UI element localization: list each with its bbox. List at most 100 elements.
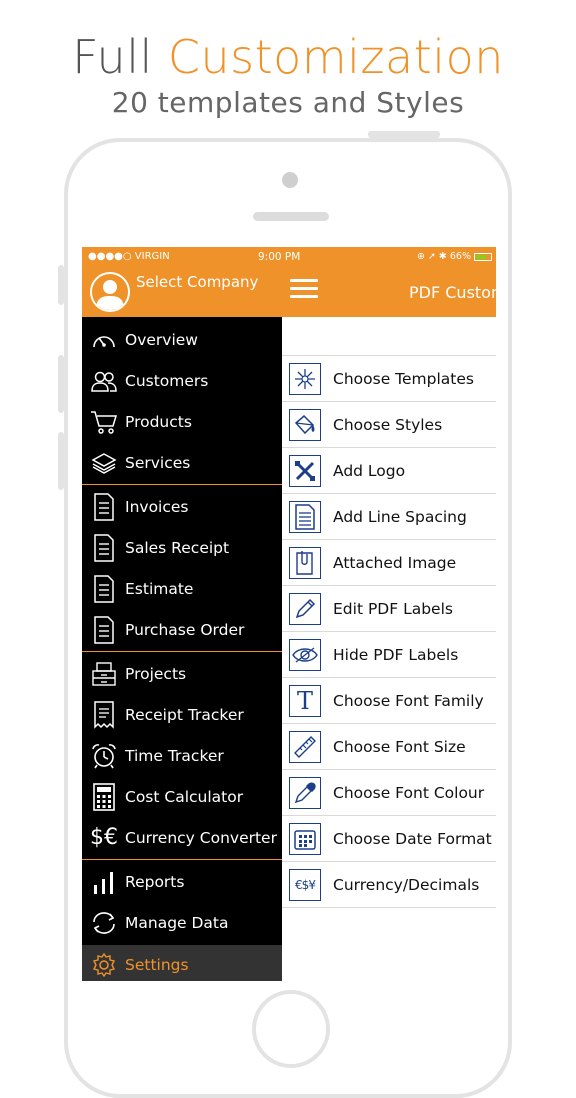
menu-item-invoices[interactable]: Invoices — [82, 486, 282, 527]
dashboard-icon — [88, 326, 120, 354]
select-company-button[interactable]: Select Company — [136, 273, 258, 291]
font-icon-glyph: T — [296, 686, 313, 715]
layers-icon — [88, 449, 120, 477]
menu-label: Settings — [125, 956, 189, 974]
avatar[interactable] — [90, 272, 130, 312]
menu-item-settings[interactable]: Settings — [82, 945, 282, 981]
battery-icon — [474, 252, 492, 261]
top-bar: 9:00 PM ⊕ ➚ ✱ 66% PDF Customization — [258, 247, 496, 317]
document-icon — [88, 615, 120, 644]
menu-label: Sales Receipt — [125, 538, 230, 557]
menu-item-manage-data[interactable]: Manage Data — [82, 902, 282, 943]
cabinet-icon — [88, 660, 120, 688]
bar-chart-icon — [88, 868, 120, 896]
row-choose-templates[interactable]: Choose Templates — [282, 356, 496, 402]
row-label: Choose Font Colour — [333, 783, 485, 802]
alarm-clock-icon — [88, 742, 120, 770]
app-screen: ●●●●○ VIRGIN Select Company Overview Cus… — [82, 247, 496, 981]
user-silhouette-icon — [96, 280, 124, 310]
sparkle-icon — [289, 362, 321, 395]
currency-symbols-glyph: €$¥ — [295, 877, 316, 892]
row-add-line-spacing[interactable]: Add Line Spacing — [282, 494, 496, 540]
document-icon — [88, 533, 120, 562]
menu-item-reports[interactable]: Reports — [82, 861, 282, 902]
row-choose-styles[interactable]: Choose Styles — [282, 402, 496, 448]
row-label: Add Logo — [333, 461, 406, 480]
row-label: Choose Font Size — [333, 737, 466, 756]
drawer-menu: Overview Customers Products Services Inv… — [82, 319, 282, 981]
people-icon — [88, 367, 120, 395]
row-label: Choose Styles — [333, 415, 443, 434]
menu-item-estimate[interactable]: Estimate — [82, 568, 282, 609]
row-attached-image[interactable]: Attached Image — [282, 540, 496, 586]
menu-label: Currency Converter — [125, 828, 277, 847]
paint-bucket-icon — [289, 408, 321, 441]
row-currency-decimals[interactable]: €$¥ Currency/Decimals — [282, 862, 496, 908]
pencil-icon — [289, 592, 321, 625]
menu-item-products[interactable]: Products — [82, 401, 282, 442]
sync-icon — [88, 909, 120, 937]
row-choose-font-colour[interactable]: Choose Font Colour — [282, 770, 496, 816]
currency-icon-glyph: $€ — [90, 825, 118, 850]
menu-label: Products — [125, 412, 192, 431]
menu-label: Manage Data — [125, 913, 229, 932]
location-icon: ⊕ ➚ ✱ — [416, 251, 447, 262]
menu-label: Services — [125, 453, 191, 472]
menu-item-time-tracker[interactable]: Time Tracker — [82, 735, 282, 776]
document-icon — [88, 574, 120, 603]
gear-icon — [88, 951, 120, 979]
currency-symbols-icon: €$¥ — [289, 868, 321, 901]
menu-label: Time Tracker — [125, 746, 224, 765]
cart-icon — [88, 408, 120, 436]
menu-label: Projects — [125, 664, 187, 683]
hamburger-menu-icon[interactable] — [290, 279, 318, 299]
menu-label: Customers — [125, 371, 209, 390]
menu-item-cost-calculator[interactable]: Cost Calculator — [82, 776, 282, 817]
menu-divider — [82, 859, 282, 860]
menu-item-sales-receipt[interactable]: Sales Receipt — [82, 527, 282, 568]
tools-icon — [289, 454, 321, 487]
battery-percent: 66% — [449, 251, 471, 262]
menu-item-receipt-tracker[interactable]: Receipt Tracker — [82, 694, 282, 735]
navigation-drawer: ●●●●○ VIRGIN Select Company Overview Cus… — [82, 247, 282, 981]
eye-icon — [289, 638, 321, 671]
status-indicators: ⊕ ➚ ✱ 66% — [417, 251, 492, 262]
drawer-header: ●●●●○ VIRGIN Select Company — [82, 247, 282, 317]
receipt-icon — [88, 700, 120, 729]
headline-part2: Customization — [167, 30, 504, 84]
menu-item-purchase-order[interactable]: Purchase Order — [82, 609, 282, 650]
promo-subline: 20 templates and Styles — [111, 86, 465, 119]
menu-divider — [82, 651, 282, 652]
menu-item-services[interactable]: Services — [82, 442, 282, 483]
row-label: Choose Font Family — [333, 691, 484, 710]
home-button — [252, 990, 330, 1068]
row-label: Attached Image — [333, 553, 457, 572]
volume-down-button — [58, 432, 64, 490]
menu-item-projects[interactable]: Projects — [82, 653, 282, 694]
row-label: Currency/Decimals — [333, 875, 480, 894]
main-content: 9:00 PM ⊕ ➚ ✱ 66% PDF Customization Choo… — [258, 247, 496, 981]
menu-label: Receipt Tracker — [125, 705, 244, 724]
row-choose-font-family[interactable]: T Choose Font Family — [282, 678, 496, 724]
menu-label: Estimate — [125, 579, 194, 598]
row-choose-date-format[interactable]: Choose Date Format — [282, 816, 496, 862]
row-choose-font-size[interactable]: Choose Font Size — [282, 724, 496, 770]
menu-label: Invoices — [125, 497, 189, 516]
menu-item-overview[interactable]: Overview — [82, 319, 282, 360]
row-label: Hide PDF Labels — [333, 645, 459, 664]
menu-label: Reports — [125, 872, 185, 891]
document-icon — [88, 492, 120, 521]
menu-item-currency-converter[interactable]: $€ Currency Converter — [82, 817, 282, 858]
status-carrier: ●●●●○ VIRGIN — [88, 251, 170, 262]
row-hide-pdf-labels[interactable]: Hide PDF Labels — [282, 632, 496, 678]
headline-part1: Full — [72, 30, 153, 84]
page-title: PDF Customization — [409, 283, 496, 302]
row-edit-pdf-labels[interactable]: Edit PDF Labels — [282, 586, 496, 632]
ruler-icon — [289, 730, 321, 763]
row-label: Add Line Spacing — [333, 507, 467, 526]
status-time: 9:00 PM — [258, 251, 301, 263]
row-add-logo[interactable]: Add Logo — [282, 448, 496, 494]
earpiece-speaker — [253, 212, 329, 221]
menu-item-customers[interactable]: Customers — [82, 360, 282, 401]
calendar-icon — [289, 822, 321, 855]
